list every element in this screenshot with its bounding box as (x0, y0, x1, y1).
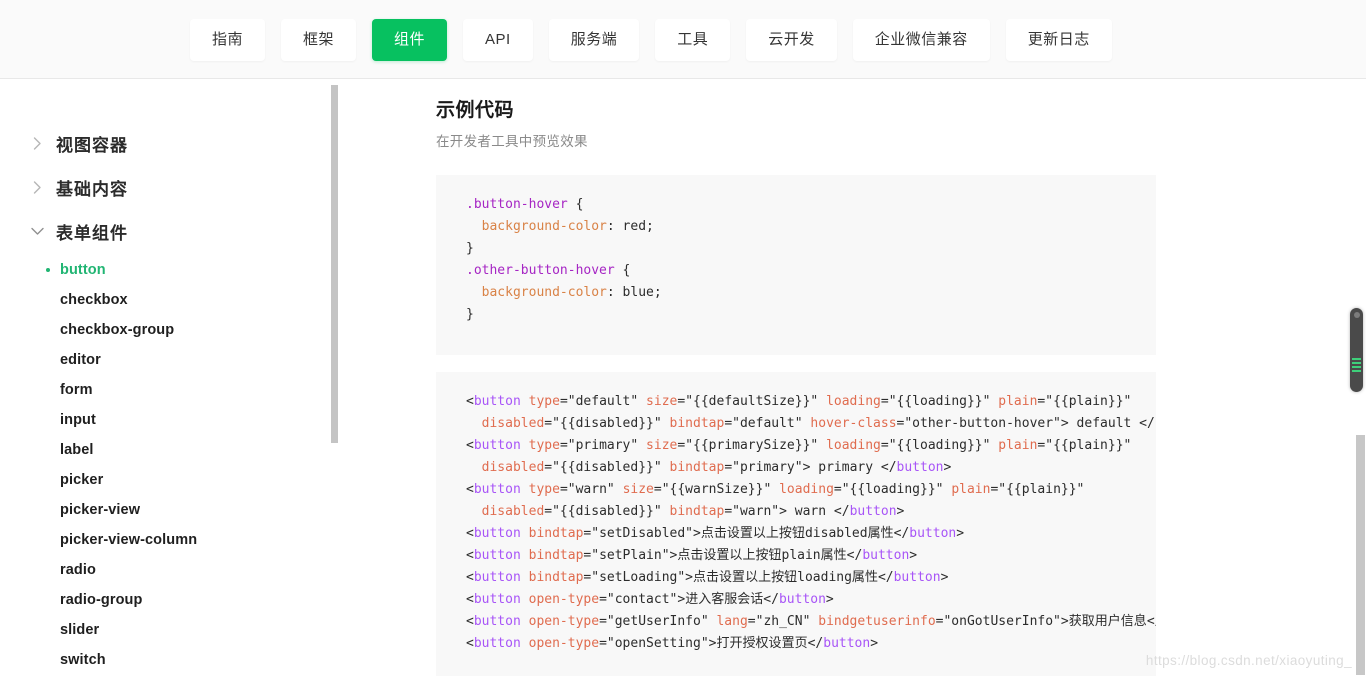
sidebar-item-checkbox[interactable]: checkbox (0, 285, 326, 315)
sidebar-item-picker-view-column[interactable]: picker-view-column (0, 525, 326, 555)
nav-tab-6[interactable]: 云开发 (746, 19, 837, 61)
sidebar-item-label: picker-view (60, 502, 141, 518)
active-bullet-icon (46, 268, 50, 272)
code-line: <button type="warn" size="{{warnSize}}" … (466, 482, 1085, 497)
sidebar-item-input[interactable]: input (0, 405, 326, 435)
sidebar-item-label: checkbox (60, 292, 128, 308)
sidebar-item-label: checkbox-group (60, 322, 175, 338)
sidebar-item-picker-view[interactable]: picker-view (0, 495, 326, 525)
nav-tab-0[interactable]: 指南 (190, 19, 266, 61)
sidebar: 视图容器基础内容表单组件 button checkbox checkbox-group… (0, 80, 339, 676)
nav-tab-7[interactable]: 企业微信兼容 (852, 19, 990, 61)
sidebar-item-switch[interactable]: switch (0, 645, 326, 675)
code-line: disabled="{{disabled}}" bindtap="warn"> … (481, 504, 905, 519)
sidebar-scrollbar-track[interactable] (326, 80, 339, 676)
sidebar-item-editor[interactable]: editor (0, 345, 326, 375)
sidebar-group-2[interactable]: 表单组件 (0, 217, 326, 245)
sidebar-item-label: radio (60, 562, 96, 578)
code-line: disabled="{{disabled}}" bindtap="default… (481, 416, 1156, 431)
css-code-block[interactable]: .button-hover { background-color: red;}.… (436, 175, 1156, 355)
sidebar-tree: 视图容器基础内容表单组件 button checkbox checkbox-group… (0, 80, 326, 675)
page-title: 示例代码 (436, 100, 515, 121)
sidebar-scrollbar-thumb[interactable] (331, 85, 338, 443)
sidebar-item-label: editor (60, 352, 101, 368)
sidebar-item-picker[interactable]: picker (0, 465, 326, 495)
html-code-block[interactable]: <button type="default" size="{{defaultSi… (436, 372, 1156, 676)
code-line: <button open-type="openSetting">打开授权设置页<… (466, 636, 879, 651)
sidebar-item-label: label (60, 442, 94, 458)
sidebar-group-children: button checkbox checkbox-group editor form in… (0, 255, 326, 675)
sidebar-item-label: button (60, 262, 106, 278)
top-navigation-bar: 指南 框架 组件 API 服务端 工具 云开发 企业微信兼容 更新日志 (0, 0, 1366, 79)
code-line: <button open-type="getUserInfo" lang="zh… (466, 614, 1156, 629)
sidebar-item-radio-group[interactable]: radio-group (0, 585, 326, 615)
code-line: background-color: red; (481, 219, 654, 234)
code-line: <button type="primary" size="{{primarySi… (466, 438, 1132, 453)
sidebar-item-label: switch (60, 652, 106, 668)
sidebar-item-label: picker-view-column (60, 532, 198, 548)
nav-tab-1[interactable]: 框架 (281, 19, 357, 61)
sidebar-group-label: 表单组件 (56, 223, 128, 243)
page-subtitle: 在开发者工具中预览效果 (436, 134, 588, 149)
code-line: <button type="default" size="{{defaultSi… (466, 394, 1132, 409)
sidebar-item-label: picker (60, 472, 104, 488)
chevron-down-icon (30, 224, 44, 238)
code-line: <button bindtap="setPlain">点击设置以上按钮plain… (466, 548, 918, 563)
sidebar-group-label: 视图容器 (56, 135, 128, 155)
code-line: <button bindtap="setDisabled">点击设置以上按钮di… (466, 526, 965, 541)
sidebar-item-checkbox-group[interactable]: checkbox-group (0, 315, 326, 345)
nav-tab-4[interactable]: 服务端 (548, 19, 640, 61)
code-line: <button open-type="contact">进入客服会话</butt… (466, 592, 834, 607)
main-content: 示例代码 在开发者工具中预览效果 .button-hover { backgro… (340, 80, 1350, 676)
code-line: disabled="{{disabled}}" bindtap="primary… (481, 460, 952, 475)
sidebar-group-1[interactable]: 基础内容 (0, 173, 326, 201)
chevron-right-icon (30, 136, 44, 150)
page-scrollbar-thumb[interactable] (1356, 435, 1365, 675)
sidebar-item-form[interactable]: form (0, 375, 326, 405)
sidebar-item-label: input (60, 412, 96, 428)
sidebar-item-button[interactable]: button (0, 255, 326, 285)
sidebar-item-slider[interactable]: slider (0, 615, 326, 645)
scroll-marker-stripes-icon (1352, 358, 1361, 374)
sidebar-item-label: form (60, 382, 93, 398)
sidebar-item-label[interactable]: label (0, 435, 326, 465)
sidebar-item-radio[interactable]: radio (0, 555, 326, 585)
nav-tab-5[interactable]: 工具 (655, 19, 731, 61)
sidebar-item-label: radio-group (60, 592, 143, 608)
page-root: 指南 框架 组件 API 服务端 工具 云开发 企业微信兼容 更新日志 视图容器基础内容表单组件… (0, 0, 1366, 676)
nav-tab-list: 指南 框架 组件 API 服务端 工具 云开发 企业微信兼容 更新日志 (190, 19, 1112, 61)
code-line: .button-hover { (466, 197, 584, 212)
code-line: } (466, 241, 474, 256)
code-line: } (466, 307, 474, 322)
scroll-marker-icon[interactable] (1350, 308, 1363, 392)
scroll-marker-dot-icon (1353, 312, 1360, 318)
nav-tab-8[interactable]: 更新日志 (1005, 19, 1112, 61)
code-line: background-color: blue; (481, 285, 662, 300)
code-line: <button bindtap="setLoading">点击设置以上按钮loa… (466, 570, 949, 585)
sidebar-group-0[interactable]: 视图容器 (0, 129, 326, 157)
nav-tab-2[interactable]: 组件 (372, 19, 448, 61)
sidebar-group-label: 基础内容 (56, 179, 128, 199)
code-line: .other-button-hover { (466, 263, 631, 278)
nav-tab-3[interactable]: API (463, 19, 533, 61)
chevron-right-icon (30, 180, 44, 194)
sidebar-item-label: slider (60, 622, 100, 638)
